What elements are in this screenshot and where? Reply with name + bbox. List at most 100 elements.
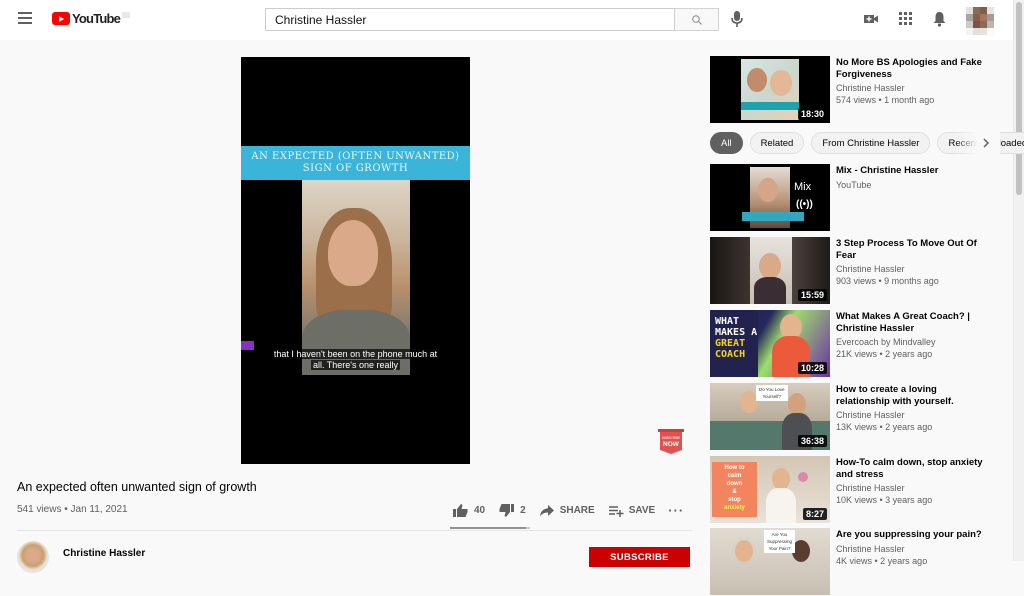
recommendation-item[interactable]: Do You Love Yourself? 36:38 How to creat… — [710, 383, 1010, 451]
recommendation-channel[interactable]: Christine Hassler — [836, 543, 986, 555]
closed-caption: that I haven't been on the phone much at… — [264, 349, 447, 371]
recommendation-meta: 13K views • 2 years ago — [836, 422, 933, 432]
recommendation-channel[interactable]: Christine Hassler — [836, 263, 986, 275]
video-thumbnail[interactable]: 15:59 — [710, 237, 830, 304]
thumb-text: calm — [727, 473, 742, 479]
mix-label: Mix — [794, 181, 812, 193]
divider — [17, 530, 692, 531]
share-arrow-icon — [539, 505, 554, 517]
recommendation-channel[interactable]: Christine Hassler — [836, 82, 986, 94]
chip-all[interactable]: All — [710, 132, 743, 154]
duration-badge: 15:59 — [797, 289, 827, 301]
share-label: SHARE — [559, 505, 595, 516]
notifications-bell-icon — [933, 12, 946, 27]
recommendation-channel[interactable]: Evercoach by Mindvalley — [836, 336, 986, 348]
page-scrollbar[interactable] — [1013, 0, 1024, 561]
video-thumbnail[interactable]: WHAT MAKES A GREAT COACH 10:28 — [710, 310, 830, 377]
mic-icon — [731, 11, 743, 27]
thumbs-down-icon — [499, 504, 515, 517]
recommendation-channel[interactable]: Christine Hassler — [836, 409, 986, 421]
channel-name[interactable]: Christine Hassler — [63, 548, 145, 559]
video-thumbnail[interactable]: Are You Suppressing Your Pain? — [710, 528, 830, 595]
recommendation-title[interactable]: No More BS Apologies and Fake Forgivenes… — [836, 57, 986, 80]
create-button[interactable] — [863, 11, 879, 32]
more-actions-button[interactable]: ··· — [668, 503, 684, 518]
dislike-count: 2 — [520, 505, 526, 516]
dislike-button[interactable]: 2 — [498, 503, 526, 518]
recommendation-title[interactable]: 3 Step Process To Move Out Of Fear — [836, 238, 986, 261]
share-button[interactable]: SHARE — [539, 504, 595, 517]
thumb-text: How to — [724, 465, 745, 471]
duration-badge: 10:28 — [797, 362, 827, 374]
video-thumbnail[interactable]: 18:30 — [710, 56, 830, 123]
recommendation-item[interactable]: Are You Suppressing Your Pain? Are you s… — [710, 528, 1010, 596]
recommendation-item[interactable]: 15:59 3 Step Process To Move Out Of Fear… — [710, 237, 1010, 305]
video-thumbnail[interactable]: How to calm down & stop anxiety 8:27 — [710, 456, 830, 523]
subscribe-button[interactable]: SUBSCRIBE — [589, 547, 690, 567]
save-label: SAVE — [628, 505, 656, 516]
duration-badge: 36:38 — [797, 435, 827, 447]
recommendation-channel[interactable]: YouTube — [836, 179, 986, 191]
masthead: YouTube — [0, 0, 1024, 40]
thumbs-up-icon — [453, 504, 468, 517]
thumb-text: down — [726, 481, 743, 487]
subscribe-now-watermark[interactable]: SUBSCRIBE NOW — [657, 426, 685, 455]
logo-text: YouTube — [72, 11, 121, 26]
save-button[interactable]: SAVE — [608, 504, 656, 517]
video-player[interactable]: AN EXPECTED (OFTEN UNWANTED) SIGN OF GRO… — [241, 57, 470, 464]
thumb-text: Your Pain? — [768, 546, 791, 551]
caption-line-1: that I haven't been on the phone much at — [271, 349, 440, 359]
menu-icon[interactable] — [18, 12, 32, 24]
recommendation-title[interactable]: Mix - Christine Hassler — [836, 165, 986, 177]
create-video-icon — [864, 15, 878, 23]
chip-from-channel[interactable]: From Christine Hassler — [811, 132, 931, 154]
video-frame-portrait — [302, 180, 410, 375]
thumb-text: WHAT — [715, 316, 740, 327]
playlist-add-icon — [608, 506, 624, 517]
recommendation-channel[interactable]: Christine Hassler — [836, 482, 986, 494]
chips-next-button[interactable] — [955, 130, 1000, 156]
recommendation-item[interactable]: Mix ((•)) Mix - Christine Hassler YouTub… — [710, 164, 1010, 232]
video-actions: 40 2 SHARE SAVE ··· — [452, 503, 697, 518]
search-icon — [691, 14, 702, 25]
channel-avatar[interactable] — [17, 541, 49, 573]
account-avatar[interactable] — [966, 7, 994, 35]
notifications-button[interactable] — [932, 11, 947, 32]
voice-search-button[interactable] — [730, 10, 744, 33]
video-views-date: 541 views • Jan 11, 2021 — [17, 504, 128, 515]
like-button[interactable]: 40 — [452, 503, 485, 518]
banner-line-2: SIGN OF GROWTH — [302, 163, 409, 174]
scrollbar-thumb[interactable] — [1016, 2, 1022, 195]
recommendation-title[interactable]: How to create a loving relationship with… — [836, 384, 986, 407]
recommendation-item[interactable]: 18:30 No More BS Apologies and Fake Forg… — [710, 56, 1010, 124]
video-thumbnail[interactable]: Mix ((•)) — [710, 164, 830, 231]
recommendation-item[interactable]: WHAT MAKES A GREAT COACH 10:28 What Make… — [710, 310, 1010, 378]
recommendation-meta: 10K views • 3 years ago — [836, 495, 933, 505]
duration-badge: 18:30 — [797, 108, 827, 120]
thumb-text: GREAT — [715, 338, 746, 349]
subscribe-ribbon-icon: SUBSCRIBE NOW — [658, 429, 684, 454]
caption-line-2: all. There's one really — [310, 360, 401, 370]
recommendation-meta: 903 views • 9 months ago — [836, 276, 939, 286]
thumb-text: Are You — [771, 532, 788, 537]
chevron-right-icon — [983, 138, 990, 148]
thumb-text: & — [732, 489, 737, 495]
thumb-text: Do You Love — [759, 387, 785, 392]
thumb-text: COACH — [715, 349, 746, 360]
chip-related[interactable]: Related — [749, 132, 805, 154]
apps-button[interactable] — [898, 11, 913, 31]
thumb-text: MAKES A — [715, 327, 758, 338]
chapter-marker — [241, 341, 254, 350]
youtube-logo[interactable]: YouTube — [52, 11, 131, 26]
search-input[interactable] — [265, 8, 675, 31]
recommendation-title[interactable]: Are you suppressing your pain? — [836, 529, 986, 541]
recommendation-item[interactable]: How to calm down & stop anxiety 8:27 How… — [710, 456, 1010, 524]
thumb-text: Suppressing — [767, 539, 793, 544]
recommendation-title[interactable]: What Makes A Great Coach? | Christine Ha… — [836, 311, 986, 334]
thumb-text: Yourself? — [762, 394, 782, 399]
video-thumbnail[interactable]: Do You Love Yourself? 36:38 — [710, 383, 830, 450]
country-code-badge — [122, 11, 131, 18]
recommendation-meta: 21K views • 2 years ago — [836, 349, 933, 359]
recommendation-title[interactable]: How-To calm down, stop anxiety and stres… — [836, 457, 986, 480]
search-button[interactable] — [675, 8, 719, 31]
